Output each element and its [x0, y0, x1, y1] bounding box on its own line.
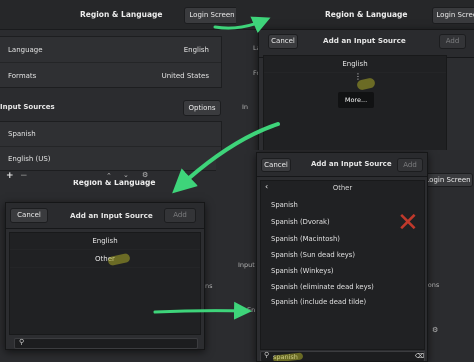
language-label: Language [8, 46, 43, 54]
options-button[interactable]: Options [183, 100, 221, 116]
layout-item-spanish-macintosh[interactable]: Spanish (Macintosh) [271, 235, 340, 243]
dialog-header: Cancel Add an Input Source Add [257, 153, 427, 177]
input-sources-heading: Input Sources [0, 103, 55, 111]
search-input[interactable]: ⚲ spanish ⌫ [260, 351, 425, 361]
search-input[interactable]: ⚲ [14, 338, 198, 349]
input-source-partial: En [247, 306, 256, 314]
language-row[interactable]: Language English [0, 37, 221, 63]
input-sources-list: Spanish English (US) [0, 121, 222, 171]
dialog-header: Cancel Add an Input Source Add [259, 30, 474, 58]
language-value: English [183, 46, 209, 54]
add-input-source-dialog: Cancel Add an Input Source Add English ⋮… [258, 29, 474, 157]
list-header-other: Other [332, 184, 353, 192]
settings-icon[interactable]: ⚙ [432, 326, 438, 334]
layout-item-spanish-dvorak[interactable]: Spanish (Dvorak) [271, 218, 330, 226]
input-source-item[interactable]: English (US) [0, 147, 221, 172]
add-input-source-dialog: Cancel Add an Input Source Add ‹ Other S… [256, 152, 428, 362]
header-bar: Region & Language Login Screen [236, 0, 474, 30]
settings-icon[interactable]: ⚙ [142, 171, 148, 179]
login-screen-button[interactable]: Login Screen [423, 173, 473, 187]
language-list: English ⋮ More... [263, 55, 447, 154]
list-item-english[interactable]: English [10, 233, 200, 250]
layout-item-spanish-winkeys[interactable]: Spanish (Winkeys) [271, 267, 334, 275]
clear-search-icon[interactable]: ⌫ [415, 352, 424, 360]
search-icon: ⚲ [264, 351, 270, 359]
formats-label: Formats [8, 72, 37, 80]
list-item-label: English [342, 60, 368, 68]
dialog-header: Cancel Add an Input Source Add [6, 203, 204, 229]
input-source-item[interactable]: Spanish [0, 122, 221, 147]
formats-row[interactable]: Formats United States [0, 63, 221, 89]
layout-list: ‹ Other Spanish Spanish (Dvorak) Spanish… [260, 180, 425, 350]
cancel-button[interactable]: Cancel [261, 158, 291, 172]
settings-panel-region-language-3: Region & Language ns Cancel Add an Input… [0, 180, 216, 362]
list-item-label: English [92, 237, 118, 245]
settings-panel-region-language-4: Login Screen Input En ions ⚙ Cancel Add … [216, 150, 474, 362]
dialog-title: Add an Input Source [70, 211, 153, 220]
list-item-other[interactable]: Other [10, 250, 200, 268]
language-list: English Other [9, 232, 201, 335]
annotation-highlight [356, 77, 376, 91]
options-label-partial: ns [205, 282, 213, 290]
move-down-icon[interactable]: ⌄ [123, 171, 129, 179]
header-bar: Region & Language Login Screen [0, 0, 236, 30]
move-up-icon[interactable]: ⌃ [106, 172, 112, 180]
add-button[interactable]: Add [439, 34, 466, 49]
window-title: Region & Language [73, 180, 156, 187]
language-formats-card: Language English Formats United States [0, 36, 222, 88]
settings-panel-region-language-2: Region & Language Login Screen La Fo In … [236, 0, 474, 168]
settings-panel-region-language: Region & Language Login Screen Language … [0, 0, 236, 190]
window-title: Region & Language [80, 10, 163, 19]
input-source-label: English (US) [8, 155, 51, 163]
dialog-title: Add an Input Source [311, 160, 392, 168]
more-button[interactable]: More... [338, 92, 374, 108]
input-source-label: Spanish [8, 130, 36, 138]
cancel-button[interactable]: Cancel [268, 34, 298, 49]
input-label-partial: In [242, 103, 249, 111]
add-button[interactable]: Add [164, 208, 196, 223]
input-label-partial: Input [238, 261, 255, 269]
add-button[interactable]: Add [397, 158, 423, 172]
list-item-english[interactable]: English [264, 56, 446, 73]
layout-item-spanish-eliminate[interactable]: Spanish (eliminate dead keys) [271, 283, 374, 291]
formats-value: United States [161, 72, 209, 80]
add-input-source-dialog: Cancel Add an Input Source Add English O… [5, 202, 205, 350]
reject-x-mark: ✕ [397, 208, 419, 238]
layout-item-spanish-sun[interactable]: Spanish (Sun dead keys) [271, 251, 355, 259]
search-icon: ⚲ [19, 338, 25, 346]
login-screen-button[interactable]: Login Screen [184, 7, 236, 24]
window-title: Region & Language [325, 10, 408, 19]
dialog-title: Add an Input Source [323, 36, 406, 45]
cancel-button[interactable]: Cancel [10, 208, 48, 223]
login-screen-button[interactable]: Login Screen [432, 7, 474, 24]
layout-item-spanish[interactable]: Spanish [271, 201, 298, 209]
layout-item-spanish-dead-tilde[interactable]: Spanish (include dead tilde) [271, 298, 366, 306]
